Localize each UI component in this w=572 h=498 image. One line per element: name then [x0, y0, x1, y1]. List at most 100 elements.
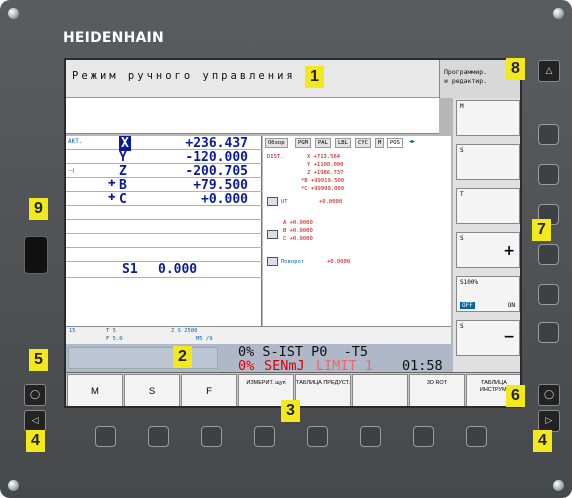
off-label: OFF	[460, 302, 475, 309]
dist-line: X +713.564	[307, 154, 341, 160]
abc-line: B +0.0000	[283, 228, 313, 234]
vertical-softkey-spindle-plus[interactable]: S +	[456, 232, 520, 268]
mode-switch-button[interactable]: △	[538, 60, 560, 82]
callout-badge-4-right: 4	[533, 430, 552, 452]
ut-value: +0.0000	[319, 199, 343, 205]
softkey-empty[interactable]	[352, 374, 408, 406]
axis-value: +236.437	[185, 136, 248, 151]
spindle-speed-label: Z S 2500	[171, 328, 198, 334]
horizontal-hw-button[interactable]	[307, 426, 328, 447]
horizontal-hw-button[interactable]	[360, 426, 381, 447]
horizontal-hw-button[interactable]	[466, 426, 487, 447]
spindle-label: S1	[122, 262, 138, 277]
position-row: X +236.437	[66, 136, 262, 151]
tool-axis-icon: ⊣	[68, 167, 75, 175]
horizontal-hw-button[interactable]	[148, 426, 169, 447]
tab-lbl[interactable]: LBL	[335, 138, 351, 148]
vertical-hw-button-2[interactable]	[538, 164, 559, 185]
dist-label: DIST.	[267, 154, 284, 160]
callout-badge-6: 6	[506, 385, 525, 407]
callout-badge-7: 7	[532, 219, 551, 241]
abc-line: A +0.0000	[283, 220, 313, 226]
screen-layout-button[interactable]: ◯	[24, 384, 46, 406]
on-label: ON	[507, 302, 515, 309]
dist-line: *C +99999.000	[301, 186, 345, 192]
horizontal-hw-button[interactable]	[95, 426, 116, 447]
empty-row	[66, 234, 262, 248]
plus-icon: +	[503, 243, 515, 259]
axis-label: X	[119, 136, 131, 151]
rotation-label: Поворот	[281, 259, 305, 265]
empty-row	[66, 248, 262, 262]
screw-icon	[553, 8, 564, 19]
rotary-axis-icon: ✚	[108, 193, 116, 203]
tab-scroll-icon[interactable]: ◂▸	[409, 138, 415, 145]
vertical-softkey-s[interactable]: S	[456, 144, 520, 180]
tool-label: T 5	[106, 328, 116, 334]
status-bar: 15 T 5 Z S 2500 F 5.0 M5 /9	[66, 326, 451, 344]
softkey-refresh-button[interactable]: ◯	[538, 384, 560, 406]
softkey-m[interactable]: M	[67, 374, 123, 406]
dist-line: Y +1100.000	[307, 162, 344, 168]
minus-icon: −	[503, 329, 515, 345]
rotation-icon	[267, 257, 278, 266]
feed-label: F 5.0	[106, 336, 123, 342]
vsk-label: M	[460, 103, 464, 110]
vsk-label: S100%	[460, 279, 479, 286]
screen-switch-knob[interactable]	[24, 236, 48, 274]
axis-value: +79.500	[193, 178, 248, 193]
abc-icon	[267, 230, 278, 239]
softkey-next-button[interactable]: ▷	[538, 410, 560, 432]
vertical-hw-button-6[interactable]	[538, 322, 559, 343]
horizontal-hw-button[interactable]	[254, 426, 275, 447]
empty-row	[66, 220, 262, 234]
dist-line: Z +1986.737	[307, 170, 344, 176]
axis-label: Y	[119, 150, 127, 165]
vsk-label: S	[460, 323, 464, 330]
position-row: Y -120.000	[66, 150, 262, 165]
softkey-prev-button[interactable]: ◁	[24, 410, 46, 432]
callout-badge-9: 9	[29, 198, 48, 220]
softkey-3d-rot[interactable]: 3D ROT	[409, 374, 465, 406]
horizontal-hw-button[interactable]	[413, 426, 434, 447]
tab-pgm[interactable]: PGM	[295, 138, 311, 148]
callout-badge-4-left: 4	[26, 430, 45, 452]
screw-icon	[8, 480, 19, 491]
tab-cyc[interactable]: CYC	[355, 138, 371, 148]
ut-label: UT	[281, 199, 288, 205]
position-display: АКТ. X +236.437 Y -120.000 ⊣ Z -200.705 …	[66, 136, 262, 326]
callout-badge-8: 8	[506, 58, 525, 80]
screw-icon	[553, 480, 564, 491]
spindle-value: 0.000	[158, 262, 198, 277]
softkey-preset-table[interactable]: ТАБЛИЦА ПРЕДУСТ.	[295, 374, 351, 406]
softkey-f[interactable]: F	[181, 374, 237, 406]
rotation-value: +0.0000	[327, 259, 351, 265]
position-row: ✚ B +79.500	[66, 178, 262, 193]
tab-m[interactable]: M	[375, 138, 385, 148]
m-function-label: M5 /9	[196, 336, 213, 342]
vertical-hw-button-1[interactable]	[538, 124, 559, 145]
vertical-hw-button-4[interactable]	[538, 244, 559, 265]
softkey-s[interactable]: S	[124, 374, 180, 406]
brand-logo: HEIDENHAIN	[63, 30, 164, 46]
empty-row	[66, 206, 262, 220]
position-row: ⊣ Z -200.705	[66, 164, 262, 179]
ut-icon	[267, 197, 278, 206]
vsk-label: T	[460, 191, 464, 198]
tab-pal[interactable]: PAL	[315, 138, 331, 148]
vertical-softkey-m[interactable]: M	[456, 100, 520, 136]
screw-icon	[8, 8, 19, 19]
vsk-label: S	[460, 235, 464, 242]
spindle-row: S1 0.000	[66, 262, 262, 278]
vertical-softkey-t[interactable]: T	[456, 188, 520, 224]
control-screen: Режим ручного управления Программир. и р…	[64, 58, 522, 408]
callout-badge-3: 3	[281, 400, 300, 422]
axis-label: Z	[119, 164, 127, 179]
tab-pos[interactable]: POS	[387, 138, 403, 148]
tab-overview[interactable]: Обзор	[265, 138, 288, 148]
vertical-softkey-spindle-minus[interactable]: S −	[456, 320, 520, 356]
vertical-hw-button-5[interactable]	[538, 284, 559, 305]
position-row: ✚ C +0.000	[66, 192, 262, 207]
vertical-softkey-s100[interactable]: S100% OFF ON	[456, 276, 520, 312]
horizontal-hw-button[interactable]	[201, 426, 222, 447]
